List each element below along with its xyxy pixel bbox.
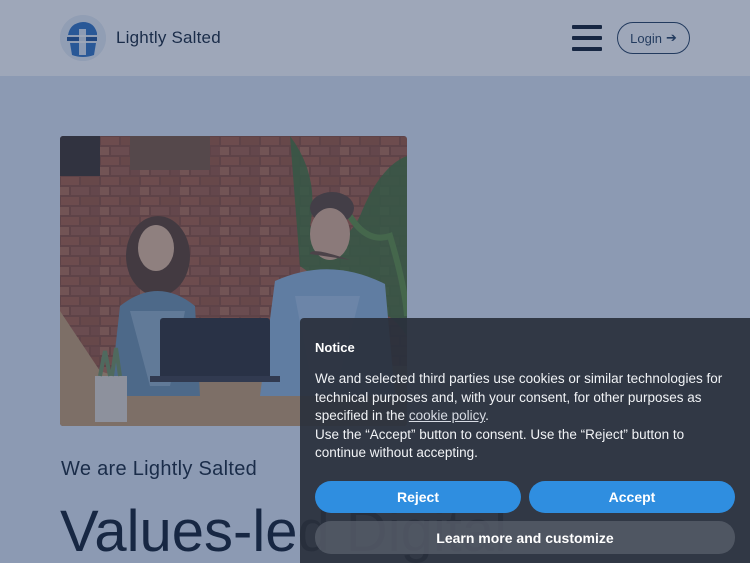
notice-text-before-link: We and selected third parties use cookie… [315,371,723,423]
notice-button-row: Reject Accept [315,481,735,513]
notice-text-after-link: . [485,408,489,423]
learn-more-customize-button[interactable]: Learn more and customize [315,521,735,554]
notice-text: We and selected third parties use cookie… [315,370,735,463]
cookie-policy-link[interactable]: cookie policy [409,408,485,423]
accept-button[interactable]: Accept [529,481,735,513]
notice-title: Notice [315,340,355,355]
reject-button[interactable]: Reject [315,481,521,513]
cookie-notice: Notice We and selected third parties use… [300,318,750,563]
notice-second-paragraph: Use the “Accept” button to consent. Use … [315,426,685,461]
